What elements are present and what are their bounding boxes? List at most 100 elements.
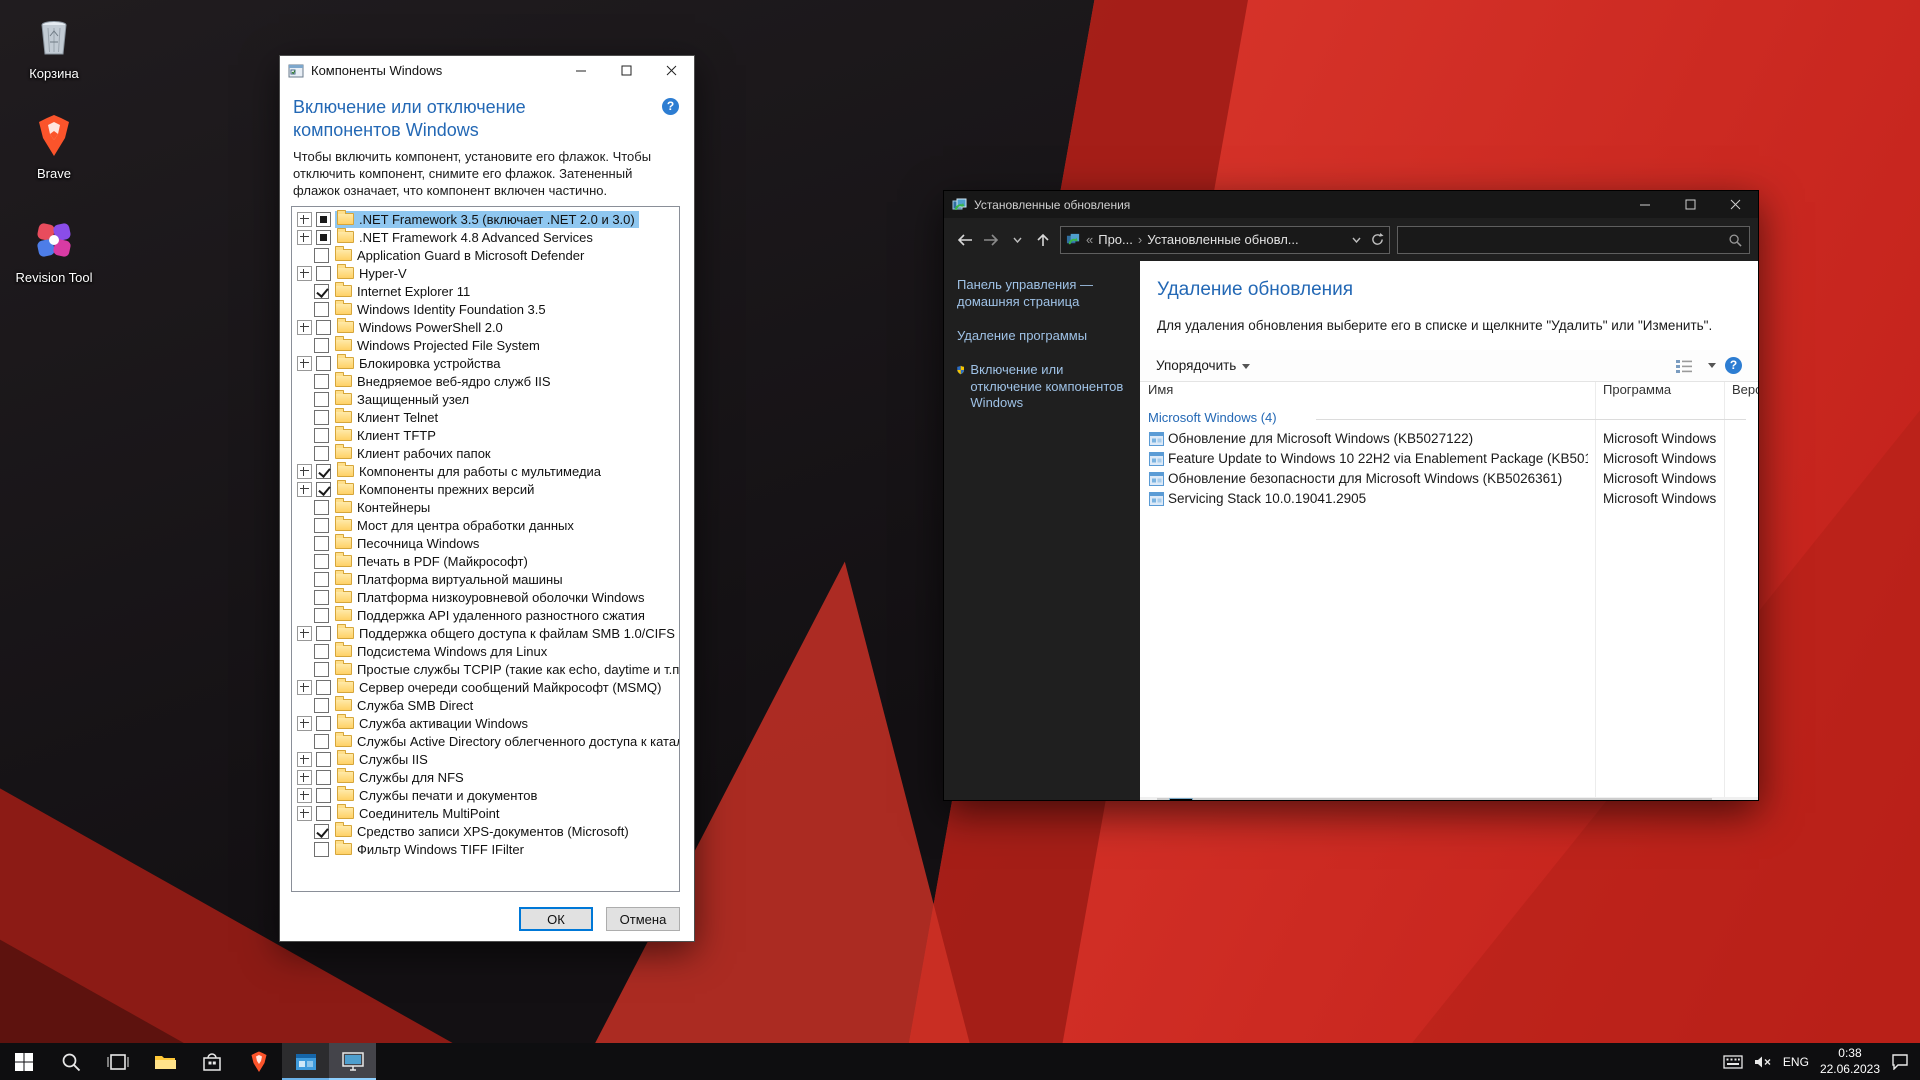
- feature-tree-row[interactable]: Служба SMB Direct: [292, 696, 679, 714]
- expander-plus-icon[interactable]: [297, 320, 312, 335]
- feature-tree-row[interactable]: Windows Identity Foundation 3.5: [292, 300, 679, 318]
- feature-tree-row[interactable]: Клиент Telnet: [292, 408, 679, 426]
- expander-plus-icon[interactable]: [297, 770, 312, 785]
- organize-button[interactable]: Упорядочить: [1156, 358, 1250, 373]
- expander-plus-icon[interactable]: [297, 482, 312, 497]
- cancel-button[interactable]: Отмена: [606, 907, 680, 931]
- view-mode-dropdown-icon[interactable]: [1708, 363, 1716, 368]
- feature-tree-row[interactable]: Компоненты прежних версий: [292, 480, 679, 498]
- feature-tree-row[interactable]: Сервер очереди сообщений Майкрософт (MSM…: [292, 678, 679, 696]
- feature-checkbox[interactable]: [316, 320, 331, 335]
- feature-tree-row[interactable]: Службы IIS: [292, 750, 679, 768]
- taskbar-button-brave[interactable]: [235, 1043, 282, 1080]
- update-row[interactable]: Обновление безопасности для Microsoft Wi…: [1140, 469, 1758, 489]
- feature-checkbox[interactable]: [316, 230, 331, 245]
- close-button[interactable]: [649, 56, 694, 85]
- language-indicator[interactable]: ENG: [1783, 1055, 1809, 1069]
- window-titlebar[interactable]: Установленные обновления: [944, 191, 1758, 218]
- expander-plus-icon[interactable]: [297, 752, 312, 767]
- up-button[interactable]: [1030, 227, 1056, 253]
- feature-tree-row[interactable]: Внедряемое веб-ядро служб IIS: [292, 372, 679, 390]
- feature-checkbox[interactable]: [316, 788, 331, 803]
- feature-checkbox[interactable]: [314, 446, 329, 461]
- feature-checkbox[interactable]: [316, 212, 331, 227]
- feature-checkbox[interactable]: [314, 554, 329, 569]
- feature-checkbox[interactable]: [314, 572, 329, 587]
- feature-checkbox[interactable]: [314, 374, 329, 389]
- column-header-program[interactable]: Программа: [1603, 382, 1671, 397]
- feature-checkbox[interactable]: [314, 248, 329, 263]
- feature-tree-row[interactable]: Платформа виртуальной машины: [292, 570, 679, 588]
- minimize-button[interactable]: [559, 56, 604, 85]
- feature-tree-row[interactable]: Службы для NFS: [292, 768, 679, 786]
- feature-checkbox[interactable]: [314, 608, 329, 623]
- column-header-version[interactable]: Верс: [1732, 382, 1758, 397]
- dialog-titlebar[interactable]: Компоненты Windows: [280, 56, 694, 85]
- feature-tree-row[interactable]: .NET Framework 4.8 Advanced Services: [292, 228, 679, 246]
- desktop-icon-revision-tool[interactable]: Revision Tool: [6, 218, 102, 285]
- scroll-right-icon[interactable]: [1741, 797, 1758, 800]
- desktop-icon-recycle-bin[interactable]: Корзина: [6, 14, 102, 81]
- expander-plus-icon[interactable]: [297, 212, 312, 227]
- expander-plus-icon[interactable]: [297, 788, 312, 803]
- update-row[interactable]: Обновление для Microsoft Windows (KB5027…: [1140, 429, 1758, 449]
- feature-checkbox[interactable]: [314, 284, 329, 299]
- sidebar-link-home[interactable]: Панель управления — домашняя страница: [957, 277, 1132, 311]
- feature-checkbox[interactable]: [314, 410, 329, 425]
- feature-tree-row[interactable]: Windows PowerShell 2.0: [292, 318, 679, 336]
- expander-plus-icon[interactable]: [297, 626, 312, 641]
- feature-tree-row[interactable]: Клиент TFTP: [292, 426, 679, 444]
- feature-checkbox[interactable]: [316, 770, 331, 785]
- view-mode-icon[interactable]: [1675, 359, 1693, 373]
- sidebar-link-uninstall-program[interactable]: Удаление программы: [957, 328, 1132, 345]
- feature-tree-row[interactable]: Internet Explorer 11: [292, 282, 679, 300]
- feature-checkbox[interactable]: [314, 662, 329, 677]
- feature-checkbox[interactable]: [314, 428, 329, 443]
- refresh-icon[interactable]: [1371, 233, 1384, 246]
- feature-checkbox[interactable]: [314, 536, 329, 551]
- breadcrumb-chevrons[interactable]: «: [1086, 232, 1093, 247]
- update-row[interactable]: Feature Update to Windows 10 22H2 via En…: [1140, 449, 1758, 469]
- taskbar-button-control-panel-app[interactable]: [329, 1043, 376, 1080]
- feature-checkbox[interactable]: [316, 680, 331, 695]
- address-breadcrumb[interactable]: « Про... › Установленные обновл...: [1060, 226, 1390, 254]
- taskbar-button-start[interactable]: [0, 1043, 47, 1080]
- feature-checkbox[interactable]: [316, 716, 331, 731]
- feature-tree-row[interactable]: Печать в PDF (Майкрософт): [292, 552, 679, 570]
- feature-tree-row[interactable]: Службы печати и документов: [292, 786, 679, 804]
- expander-plus-icon[interactable]: [297, 356, 312, 371]
- action-center-icon[interactable]: [1891, 1054, 1909, 1070]
- feature-checkbox[interactable]: [314, 518, 329, 533]
- feature-tree-row[interactable]: Средство записи XPS-документов (Microsof…: [292, 822, 679, 840]
- feature-checkbox[interactable]: [316, 752, 331, 767]
- feature-tree-row[interactable]: Служба активации Windows: [292, 714, 679, 732]
- feature-tree-row[interactable]: Подсистема Windows для Linux: [292, 642, 679, 660]
- feature-tree-row[interactable]: Клиент рабочих папок: [292, 444, 679, 462]
- feature-checkbox[interactable]: [314, 842, 329, 857]
- sidebar-link-windows-features[interactable]: Включение или отключение компонентов Win…: [957, 362, 1132, 413]
- feature-checkbox[interactable]: [316, 626, 331, 641]
- taskbar-button-explorer[interactable]: [141, 1043, 188, 1080]
- expander-plus-icon[interactable]: [297, 806, 312, 821]
- desktop-icon-brave[interactable]: Brave: [6, 114, 102, 181]
- feature-checkbox[interactable]: [314, 734, 329, 749]
- touch-keyboard-icon[interactable]: [1723, 1055, 1743, 1069]
- feature-tree-row[interactable]: Песочница Windows: [292, 534, 679, 552]
- feature-checkbox[interactable]: [316, 356, 331, 371]
- feature-checkbox[interactable]: [316, 266, 331, 281]
- feature-tree-row[interactable]: Контейнеры: [292, 498, 679, 516]
- breadcrumb-segment[interactable]: Установленные обновл...: [1147, 232, 1298, 247]
- search-input[interactable]: [1397, 226, 1750, 254]
- feature-tree-row[interactable]: Компоненты для работы с мультимедиа: [292, 462, 679, 480]
- feature-tree-row[interactable]: Простые службы TCPIP (такие как echo, da…: [292, 660, 679, 678]
- feature-tree-row[interactable]: Службы Active Directory облегченного дос…: [292, 732, 679, 750]
- feature-tree-row[interactable]: Поддержка общего доступа к файлам SMB 1.…: [292, 624, 679, 642]
- expander-plus-icon[interactable]: [297, 464, 312, 479]
- feature-tree-row[interactable]: Windows Projected File System: [292, 336, 679, 354]
- feature-tree-row[interactable]: Блокировка устройства: [292, 354, 679, 372]
- feature-checkbox[interactable]: [314, 644, 329, 659]
- expander-plus-icon[interactable]: [297, 680, 312, 695]
- close-button[interactable]: [1713, 191, 1758, 218]
- back-button[interactable]: [952, 227, 978, 253]
- feature-checkbox[interactable]: [314, 590, 329, 605]
